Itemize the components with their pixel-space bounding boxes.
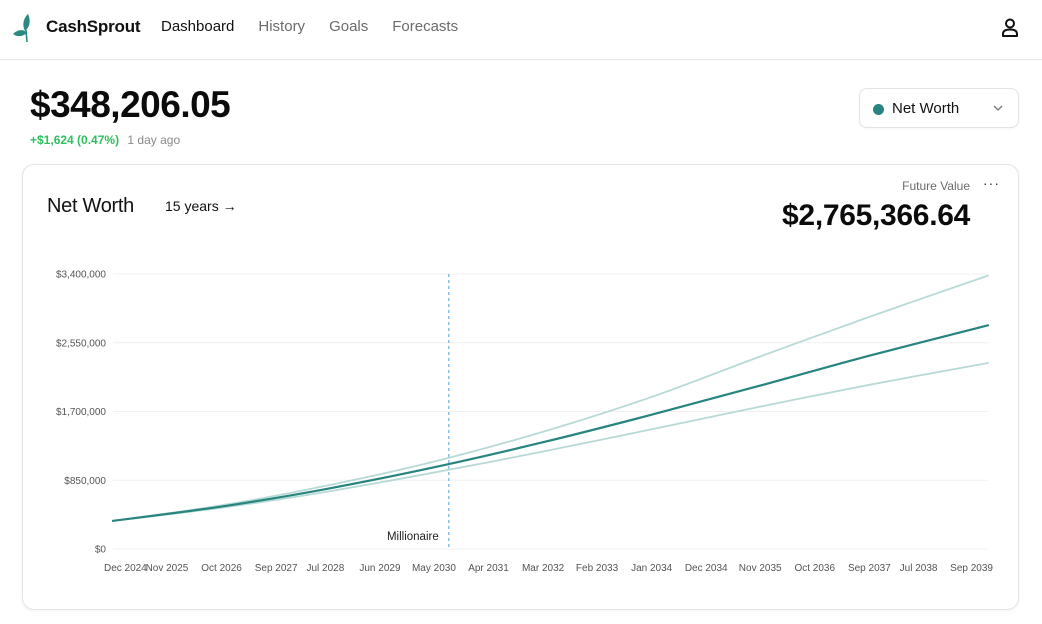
nav-goals[interactable]: Goals	[329, 18, 368, 35]
nav-dashboard[interactable]: Dashboard	[161, 18, 234, 35]
nav-history[interactable]: History	[258, 18, 305, 35]
series-color-dot	[873, 104, 884, 115]
brand-name[interactable]: CashSprout	[46, 17, 141, 37]
balance-change-row: +$1,624 (0.47%) 1 day ago	[30, 133, 180, 147]
balance-change: +$1,624 (0.47%)	[30, 133, 120, 147]
future-value: $2,765,366.64	[782, 199, 970, 232]
leaf-sprout-icon[interactable]	[12, 12, 40, 44]
nav-forecasts[interactable]: Forecasts	[392, 18, 458, 35]
account-type-dropdown[interactable]: Net Worth	[859, 88, 1019, 128]
more-options-icon[interactable]: ···	[983, 175, 1000, 191]
time-range-button[interactable]: 15 years →	[165, 198, 237, 214]
net-worth-card: Net Worth 15 years → Future Value ··· $2…	[22, 164, 1019, 610]
card-title: Net Worth	[47, 195, 134, 217]
chevron-down-icon	[993, 105, 1003, 111]
current-balance: $348,206.05	[30, 84, 231, 125]
user-icon[interactable]	[1001, 18, 1019, 37]
future-value-label: Future Value	[902, 179, 970, 193]
dropdown-selected-value: Net Worth	[892, 100, 960, 117]
main-nav: Dashboard History Goals Forecasts	[161, 18, 482, 35]
last-updated: 1 day ago	[127, 133, 181, 147]
top-navigation-bar: CashSprout Dashboard History Goals Forec…	[0, 0, 1042, 60]
